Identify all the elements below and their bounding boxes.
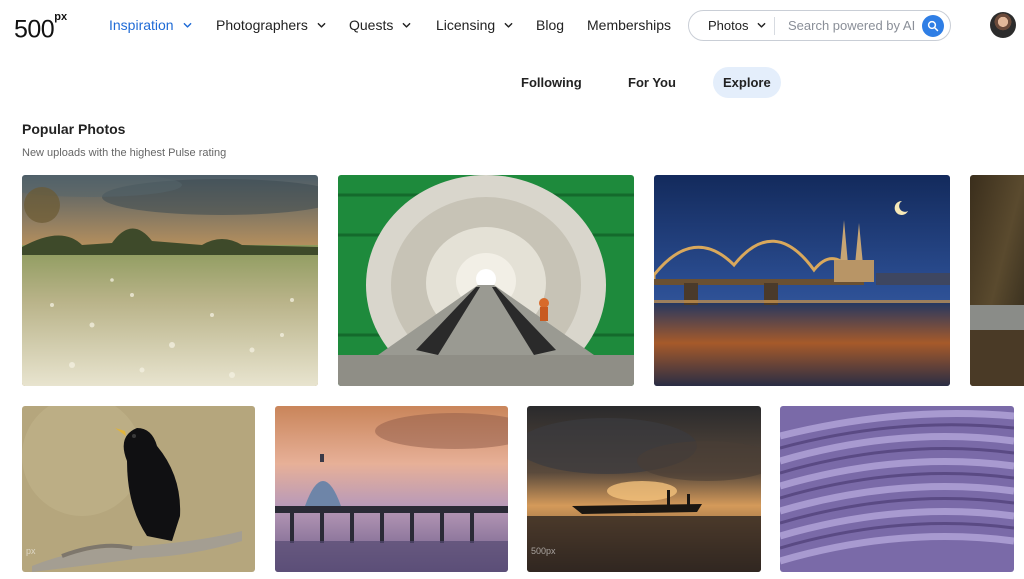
tab-for-you-label: For You	[628, 75, 676, 90]
chevron-down-icon	[402, 22, 411, 28]
tab-following-label: Following	[521, 75, 582, 90]
photo-partial-dark-image	[970, 175, 1024, 386]
photo-partial-dark[interactable]	[970, 175, 1024, 386]
search-type-dropdown[interactable]: Photos	[689, 18, 774, 33]
photo-pier-dome-image	[275, 406, 508, 572]
nav-quests-label: Quests	[349, 17, 394, 33]
section-title: Popular Photos	[22, 121, 126, 137]
photo-watermark: px	[26, 546, 36, 556]
nav-memberships-label: Memberships	[587, 17, 672, 33]
nav-quests[interactable]: Quests	[349, 15, 411, 35]
chevron-down-icon	[183, 22, 191, 28]
photo-lavender-field[interactable]	[780, 406, 1014, 572]
photo-shipwreck-sunset[interactable]: 500px	[527, 406, 761, 572]
photo-lavender-field-image	[780, 406, 1014, 572]
nav-memberships[interactable]: Memberships	[587, 15, 671, 35]
tab-for-you[interactable]: For You	[618, 67, 686, 98]
logo-500px[interactable]: 500px	[14, 10, 67, 44]
photo-flower-field-image	[22, 175, 318, 386]
search-type-label: Photos	[708, 18, 749, 33]
photo-cologne-bridge-image	[654, 175, 950, 386]
tab-explore[interactable]: Explore	[713, 67, 781, 98]
nav-inspiration-label: Inspiration	[109, 17, 174, 33]
photo-watermark: 500px	[531, 546, 556, 556]
search-input[interactable]	[788, 18, 920, 33]
nav-blog-label: Blog	[536, 17, 565, 33]
nav-photographers-label: Photographers	[216, 17, 308, 33]
search-divider	[774, 16, 775, 35]
photo-blackbird-image	[22, 406, 255, 572]
photo-shipwreck-sunset-image	[527, 406, 761, 572]
nav-photographers[interactable]: Photographers	[216, 15, 326, 35]
photo-green-tunnel-image	[338, 175, 634, 386]
tab-explore-label: Explore	[723, 75, 771, 90]
chevron-down-icon	[758, 22, 766, 28]
search-button[interactable]	[922, 15, 944, 37]
nav-licensing-label: Licensing	[436, 17, 496, 33]
top-navigation-bar: 500px Inspiration Photographers Quests L…	[0, 0, 1024, 50]
chevron-down-icon	[317, 22, 326, 28]
nav-inspiration[interactable]: Inspiration	[109, 15, 192, 35]
user-avatar[interactable]	[990, 12, 1016, 38]
photo-cologne-bridge[interactable]	[654, 175, 950, 386]
section-subtitle: New uploads with the highest Pulse ratin…	[22, 147, 227, 159]
logo-text: 500	[14, 15, 55, 44]
nav-blog[interactable]: Blog	[536, 15, 564, 35]
tab-following[interactable]: Following	[511, 67, 592, 98]
nav-licensing[interactable]: Licensing	[436, 15, 513, 35]
search-bar: Photos	[688, 10, 951, 41]
logo-superscript: px	[54, 11, 68, 23]
photo-green-tunnel[interactable]	[338, 175, 634, 386]
photo-flower-field[interactable]	[22, 175, 318, 386]
search-icon	[927, 20, 939, 32]
photo-pier-dome[interactable]	[275, 406, 508, 572]
chevron-down-icon	[504, 22, 513, 28]
photo-blackbird[interactable]: px	[22, 406, 255, 572]
